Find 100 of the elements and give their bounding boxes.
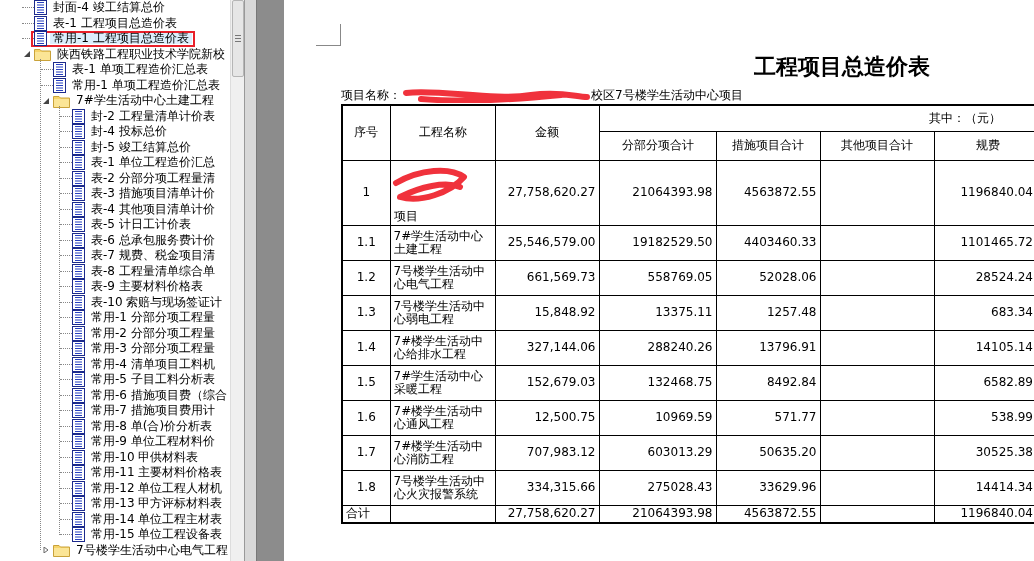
table-cell: 21064393.98 (599, 160, 716, 225)
report-item[interactable]: 表-5 计日工计价表 (88, 219, 194, 231)
report-item[interactable]: 常用-13 甲方评标材料表 (88, 498, 226, 510)
table-cell: 7号楼学生活动中心电气工程 (390, 260, 495, 295)
report-item[interactable]: 表-1 工程项目总造价表 (50, 17, 180, 29)
table-cell: 7#楼学生活动中心给排水工程 (390, 330, 495, 365)
table-cell: 4403460.33 (716, 225, 820, 260)
report-item[interactable]: 表-10 索赔与现场签证计 (88, 296, 226, 308)
report-item[interactable]: 常用-2 分部分项工程量 (88, 327, 218, 339)
report-item[interactable]: 常用-11 主要材料价格表 (88, 467, 226, 479)
report-item[interactable]: 常用-3 分部分项工程量 (88, 343, 218, 355)
table-cell: 288240.26 (599, 330, 716, 365)
column-header: 分部分项合计 (599, 131, 716, 160)
table-cell: 33629.96 (716, 470, 820, 505)
table-cell: 项目 (390, 160, 495, 225)
table-cell: 1.4 (342, 330, 390, 365)
table-cell: 1.3 (342, 295, 390, 330)
report-icon (72, 356, 85, 372)
report-item[interactable]: 封-2 工程量清单计价表 (88, 110, 218, 122)
report-icon (53, 62, 66, 78)
table-cell: 50635.20 (716, 435, 820, 470)
report-item[interactable]: 封-5 竣工结算总价 (88, 141, 194, 153)
report-item[interactable]: 表-9 主要材料价格表 (88, 281, 206, 293)
scrollbar-thumb[interactable] (232, 0, 245, 77)
table-cell: 15,848.92 (495, 295, 599, 330)
report-item[interactable]: 常用-14 单位工程主材表 (88, 513, 226, 525)
report-icon (72, 387, 85, 403)
table-cell: 132468.75 (599, 365, 716, 400)
table-cell: 1.7 (342, 435, 390, 470)
report-item[interactable]: 常用-4 清单项目工料机 (88, 358, 218, 370)
table-cell: 25,546,579.00 (495, 225, 599, 260)
table-cell: 13375.11 (599, 295, 716, 330)
collapse-arrow-icon[interactable] (43, 97, 49, 104)
report-item[interactable]: 封-4 投标总价 (88, 126, 170, 138)
table-cell: 1.8 (342, 470, 390, 505)
table-cell: 1.5 (342, 365, 390, 400)
report-item[interactable]: 常用-1 单项工程造价汇总表 (69, 79, 223, 91)
report-icon (72, 232, 85, 248)
folder-icon (53, 543, 70, 558)
report-item[interactable]: 封面-4 竣工结算总价 (50, 2, 168, 14)
report-item[interactable]: 表-1 单项工程造价汇总表 (69, 64, 211, 76)
report-icon (72, 294, 85, 310)
report-icon (72, 480, 85, 496)
table-cell: 8492.84 (716, 365, 820, 400)
report-icon (72, 403, 85, 419)
table-cell: 12,500.75 (495, 400, 599, 435)
report-item[interactable]: 表-4 其他项目清单计价 (88, 203, 218, 215)
report-item[interactable]: 常用-6 措施项目费（综合 (88, 389, 230, 401)
column-header: 序号 (342, 105, 390, 160)
report-icon (72, 279, 85, 295)
report-item[interactable]: 表-8 工程量清单综合单 (88, 265, 218, 277)
table-cell: 334,315.66 (495, 470, 599, 505)
table-cell: 10969.59 (599, 400, 716, 435)
expand-arrow-icon[interactable] (43, 547, 49, 554)
report-item[interactable]: 表-3 措施项目清单计价 (88, 188, 218, 200)
report-icon (72, 170, 85, 186)
report-icon (53, 77, 66, 93)
collapse-arrow-icon[interactable] (24, 51, 30, 58)
table-cell: 7#学生活动中心土建工程 (390, 225, 495, 260)
table-cell: 571.77 (716, 400, 820, 435)
report-item[interactable]: 表-2 分部分项工程量清 (88, 172, 218, 184)
project-name: 校区7号楼学生活动中心项目 (591, 86, 743, 104)
table-cell: 7号楼学生活动中心弱电工程 (390, 295, 495, 330)
report-icon (72, 418, 85, 434)
report-icon (34, 15, 47, 31)
report-icon (72, 310, 85, 326)
table-cell: 1.1 (342, 225, 390, 260)
report-item[interactable]: 常用-1 工程项目总造价表 (50, 33, 192, 45)
report-item[interactable]: 常用-5 子目工料分析表 (88, 374, 218, 386)
table-cell: 327,144.06 (495, 330, 599, 365)
report-item[interactable]: 常用-12 单位工程人材机 (88, 482, 226, 494)
report-item[interactable]: 表-1 单位工程造价汇总 (88, 157, 218, 169)
column-header: 其他项目合计 (820, 131, 934, 160)
report-icon (72, 217, 85, 233)
report-item[interactable]: 常用-15 单位工程设备表 (88, 529, 226, 541)
report-item[interactable]: 表-7 规费、税金项目清 (88, 250, 218, 262)
report-item[interactable]: 常用-1 分部分项工程量 (88, 312, 218, 324)
splitter[interactable] (245, 0, 257, 561)
margin-mark (316, 24, 341, 46)
scrollbar[interactable] (230, 0, 244, 561)
folder-icon (53, 93, 70, 108)
table-cell: 1 (342, 160, 390, 225)
table-cell: 1.6 (342, 400, 390, 435)
report-item[interactable]: 常用-10 甲供材料表 (88, 451, 202, 463)
report-item[interactable]: 常用-9 单位工程材料价 (88, 436, 218, 448)
folder-item[interactable]: 7号楼学生活动中心电气工程 (73, 544, 231, 556)
table-cell: 152,679.03 (495, 365, 599, 400)
table-cell: 7#楼学生活动中心通风工程 (390, 400, 495, 435)
report-item[interactable]: 表-6 总承包服务费计价 (88, 234, 218, 246)
report-item[interactable]: 常用-8 单(合)价分析表 (88, 420, 216, 432)
table-cell: 1.2 (342, 260, 390, 295)
table-cell: 19182529.50 (599, 225, 716, 260)
report-icon (72, 496, 85, 512)
table-cell: 27,758,620.27 (495, 160, 599, 225)
table-cell: 558769.05 (599, 260, 716, 295)
folder-item[interactable]: 陕西铁路工程职业技术学院新校 (54, 48, 228, 60)
table-cell: 275028.43 (599, 470, 716, 505)
report-item[interactable]: 常用-7 措施项目费用计 (88, 405, 218, 417)
folder-item[interactable]: 7#学生活动中心土建工程 (73, 95, 217, 107)
table-cell: 707,983.12 (495, 435, 599, 470)
